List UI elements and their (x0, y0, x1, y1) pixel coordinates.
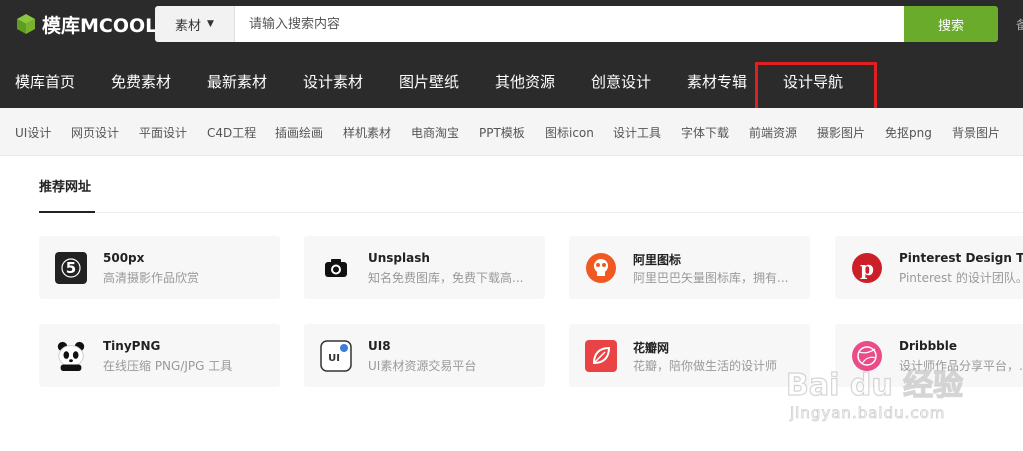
annotation-highlight-box (755, 62, 877, 114)
panda-icon (55, 340, 87, 372)
sub-nav: UI设计 网页设计 平面设计 C4D工程 插画绘画 样机素材 电商淘宝 PPT模… (0, 108, 1023, 156)
search-bar: 素材 ▼ 搜索 (155, 6, 998, 42)
card-desc: 知名免费图库，免费下载高... (368, 271, 524, 285)
sub-nav-item[interactable]: 字体下载 (681, 108, 729, 156)
card-title: Pinterest Design Tea (899, 251, 1023, 265)
sub-nav-item[interactable]: 免抠png (885, 108, 932, 156)
sub-nav-item[interactable]: UI设计 (15, 108, 51, 156)
sub-nav-item[interactable]: 样机素材 (343, 108, 391, 156)
card-desc: 高清摄影作品欣赏 (103, 271, 200, 285)
site-card-pinterest[interactable]: p Pinterest Design Tea Pinterest 的设计团队。 (835, 236, 1023, 299)
tab-recommended-sites[interactable]: 推荐网址 (39, 176, 91, 195)
header-extra-text[interactable]: 备 (1016, 16, 1023, 33)
site-logo[interactable]: 模库MCOOL (14, 10, 157, 38)
card-title: Unsplash (368, 251, 430, 265)
nav-item-wallpaper[interactable]: 图片壁纸 (399, 58, 459, 104)
card-title: 阿里图标 (633, 253, 682, 267)
sub-nav-item[interactable]: C4D工程 (207, 108, 256, 156)
baidu-jingyan-watermark: Bai du 经验 jingyan.baidu.com (785, 360, 986, 430)
chevron-down-icon: ▼ (207, 19, 214, 29)
tab-active-underline (39, 211, 95, 213)
svg-text:UI: UI (328, 353, 340, 364)
sub-nav-item[interactable]: 图标icon (545, 108, 594, 156)
card-title: TinyPNG (103, 339, 161, 353)
nav-item-latest[interactable]: 最新素材 (207, 58, 267, 104)
sub-nav-item[interactable]: 网页设计 (71, 108, 119, 156)
search-category-select[interactable]: 素材 ▼ (155, 6, 235, 42)
site-card-iconfont[interactable]: 阿里图标 阿里巴巴矢量图标库，拥有... (569, 236, 810, 299)
camera-icon (320, 252, 352, 284)
card-desc: 花瓣，陪你做生活的设计师 (633, 359, 778, 373)
nav-item-other[interactable]: 其他资源 (495, 58, 555, 104)
search-input[interactable] (235, 6, 904, 42)
nav-item-design-assets[interactable]: 设计素材 (303, 58, 363, 104)
card-desc: Pinterest 的设计团队。 (899, 271, 1023, 285)
search-button[interactable]: 搜索 (904, 6, 998, 42)
card-title: Dribbble (899, 339, 958, 353)
card-desc: UI素材资源交易平台 (368, 359, 477, 373)
sub-nav-item[interactable]: 设计工具 (613, 108, 661, 156)
site-card-huaban[interactable]: 花瓣网 花瓣，陪你做生活的设计师 (569, 324, 810, 387)
nav-item-free[interactable]: 免费素材 (111, 58, 171, 104)
sub-nav-item[interactable]: 摄影图片 (817, 108, 865, 156)
site-card-ui8[interactable]: UI UI8 UI素材资源交易平台 (304, 324, 545, 387)
nav-item-creative[interactable]: 创意设计 (591, 58, 651, 104)
sub-nav-item[interactable]: PPT模板 (479, 108, 525, 156)
iconfont-icon (585, 252, 617, 284)
site-card-tinypng[interactable]: TinyPNG 在线压缩 PNG/JPG 工具 (39, 324, 280, 387)
sub-nav-item[interactable]: 插画绘画 (275, 108, 323, 156)
ui8-icon: UI (320, 340, 352, 372)
sub-nav-item[interactable]: 电商淘宝 (411, 108, 459, 156)
pinterest-icon: p (851, 252, 883, 284)
svg-text:5: 5 (66, 259, 76, 277)
sub-nav-item[interactable]: 平面设计 (139, 108, 187, 156)
logo-text: 模库MCOOL (42, 14, 158, 37)
nav-item-albums[interactable]: 素材专辑 (687, 58, 747, 104)
card-title: 500px (103, 251, 145, 265)
card-title: UI8 (368, 339, 391, 353)
500px-icon: 5 (55, 252, 87, 284)
search-category-label: 素材 (175, 18, 202, 34)
nav-item-home[interactable]: 模库首页 (15, 58, 75, 104)
section-divider (39, 212, 1023, 213)
sub-nav-item[interactable]: 背景图片 (952, 108, 1000, 156)
watermark-text: Bai du 经验 (785, 367, 964, 403)
sub-nav-item[interactable]: 前端资源 (749, 108, 797, 156)
site-card-unsplash[interactable]: Unsplash 知名免费图库，免费下载高... (304, 236, 545, 299)
logo-cube-icon (17, 14, 35, 34)
site-card-500px[interactable]: 5 500px 高清摄影作品欣赏 (39, 236, 280, 299)
svg-text:p: p (860, 256, 874, 280)
card-desc: 在线压缩 PNG/JPG 工具 (103, 359, 233, 373)
watermark-url: jingyan.baidu.com (790, 404, 946, 423)
card-desc: 阿里巴巴矢量图标库，拥有... (633, 271, 789, 285)
card-title: 花瓣网 (633, 341, 670, 355)
huaban-icon (585, 340, 617, 372)
